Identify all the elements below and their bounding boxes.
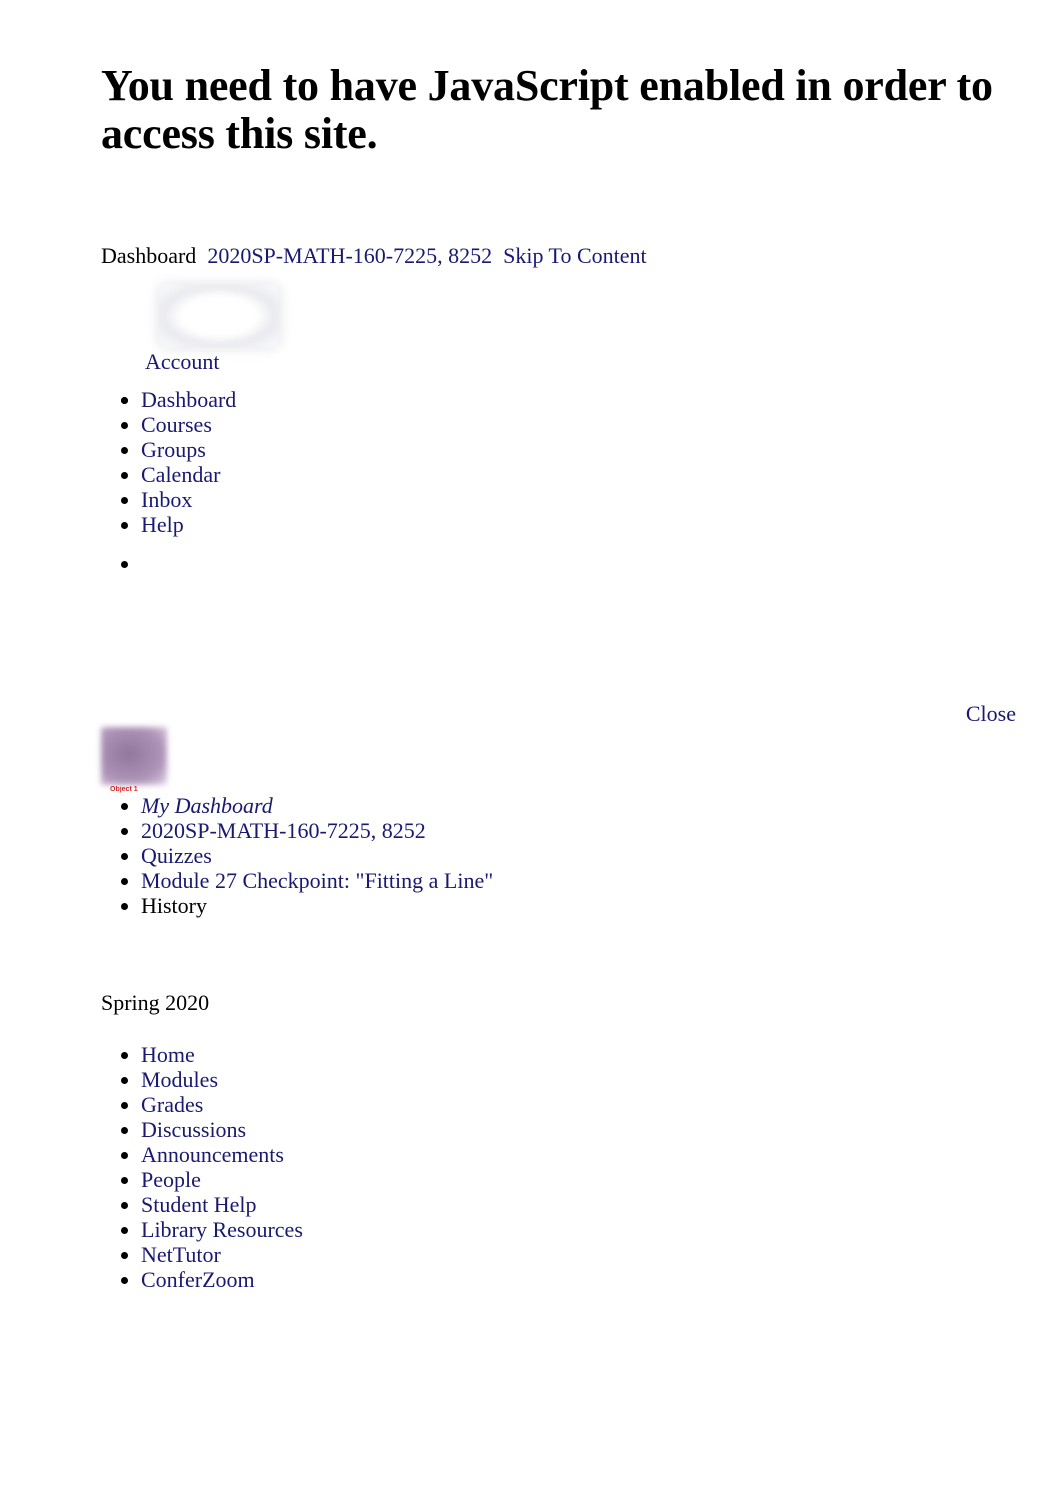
course-crumb-label-module-checkpoint[interactable]: Module 27 Checkpoint: "Fitting a Line" [141, 868, 493, 893]
course-nav-item-announcements[interactable]: Announcements [141, 1142, 661, 1167]
course-nav-label-nettutor[interactable]: NetTutor [141, 1242, 221, 1267]
javascript-required-heading: You need to have JavaScript enabled in o… [101, 61, 993, 158]
course-nav-item-modules[interactable]: Modules [141, 1067, 661, 1092]
course-crumb-item-module-checkpoint[interactable]: Module 27 Checkpoint: "Fitting a Line" [141, 868, 721, 893]
empty-list-item [141, 551, 661, 576]
course-breadcrumb-navigation: My Dashboard 2020SP-MATH-160-7225, 8252 … [101, 793, 721, 918]
course-nav-item-people[interactable]: People [141, 1167, 661, 1192]
global-nav-label-groups[interactable]: Groups [141, 437, 206, 462]
global-nav-item-courses[interactable]: Courses [141, 412, 661, 437]
global-nav-label-help[interactable]: Help [141, 512, 184, 537]
global-nav-label-dashboard[interactable]: Dashboard [141, 387, 236, 412]
course-breadcrumb-list: My Dashboard 2020SP-MATH-160-7225, 8252 … [101, 793, 721, 918]
global-nav-item-account[interactable]: Account [141, 285, 661, 387]
global-nav-label-account[interactable]: Account [145, 349, 665, 374]
course-crumb-item-history: History [141, 893, 721, 918]
course-nav-label-announcements[interactable]: Announcements [141, 1142, 284, 1167]
global-navigation: Account Dashboard Courses Groups Calenda… [101, 285, 661, 537]
course-nav-label-grades[interactable]: Grades [141, 1092, 203, 1117]
course-navigation: Home Modules Grades Discussions Announce… [101, 1042, 661, 1292]
global-nav-item-groups[interactable]: Groups [141, 437, 661, 462]
course-crumb-label-quizzes[interactable]: Quizzes [141, 843, 212, 868]
course-nav-item-student-help[interactable]: Student Help [141, 1192, 661, 1217]
global-nav-label-inbox[interactable]: Inbox [141, 487, 192, 512]
term-label: Spring 2020 [101, 990, 210, 1015]
object-thumbnail-image-icon [101, 727, 167, 785]
course-crumb-label-course[interactable]: 2020SP-MATH-160-7225, 8252 [141, 818, 426, 843]
course-nav-label-conferzoom[interactable]: ConferZoom [141, 1267, 255, 1292]
course-nav-item-library-resources[interactable]: Library Resources [141, 1217, 661, 1242]
course-crumb-label-my-dashboard[interactable]: My Dashboard [141, 793, 273, 818]
course-nav-item-nettutor[interactable]: NetTutor [141, 1242, 661, 1267]
course-nav-label-library-resources[interactable]: Library Resources [141, 1217, 303, 1242]
object-placeholder-figure: Object 1 [101, 727, 171, 794]
breadcrumb-current: Dashboard [101, 243, 197, 268]
skip-to-content-link[interactable]: Skip To Content [503, 243, 647, 268]
course-crumb-item-quizzes[interactable]: Quizzes [141, 843, 721, 868]
close-tray-link[interactable]: Close [966, 701, 1016, 727]
global-nav-item-dashboard[interactable]: Dashboard [141, 387, 661, 412]
empty-nav-list [101, 551, 661, 576]
global-nav-label-calendar[interactable]: Calendar [141, 462, 220, 487]
course-crumb-item-my-dashboard[interactable]: My Dashboard [141, 793, 721, 818]
global-nav-item-inbox[interactable]: Inbox [141, 487, 661, 512]
page-root: You need to have JavaScript enabled in o… [0, 0, 1062, 1506]
course-nav-label-modules[interactable]: Modules [141, 1067, 218, 1092]
account-avatar-broken-image-icon [159, 285, 279, 347]
empty-list-region [101, 551, 661, 576]
global-nav-list: Account Dashboard Courses Groups Calenda… [101, 285, 661, 537]
course-nav-label-discussions[interactable]: Discussions [141, 1117, 246, 1142]
course-nav-item-discussions[interactable]: Discussions [141, 1117, 661, 1142]
course-nav-label-people[interactable]: People [141, 1167, 201, 1192]
course-nav-item-home[interactable]: Home [141, 1042, 661, 1067]
global-nav-item-calendar[interactable]: Calendar [141, 462, 661, 487]
breadcrumb-course-link[interactable]: 2020SP-MATH-160-7225, 8252 [207, 243, 492, 268]
course-nav-item-conferzoom[interactable]: ConferZoom [141, 1267, 661, 1292]
course-nav-item-grades[interactable]: Grades [141, 1092, 661, 1117]
course-crumb-item-course[interactable]: 2020SP-MATH-160-7225, 8252 [141, 818, 721, 843]
course-crumb-label-history: History [141, 893, 207, 918]
global-nav-item-help[interactable]: Help [141, 512, 661, 537]
course-nav-label-student-help[interactable]: Student Help [141, 1192, 257, 1217]
global-nav-label-courses[interactable]: Courses [141, 412, 212, 437]
course-nav-label-home[interactable]: Home [141, 1042, 195, 1067]
course-nav-list: Home Modules Grades Discussions Announce… [101, 1042, 661, 1292]
breadcrumb: Dashboard 2020SP-MATH-160-7225, 8252 Ski… [101, 243, 647, 269]
